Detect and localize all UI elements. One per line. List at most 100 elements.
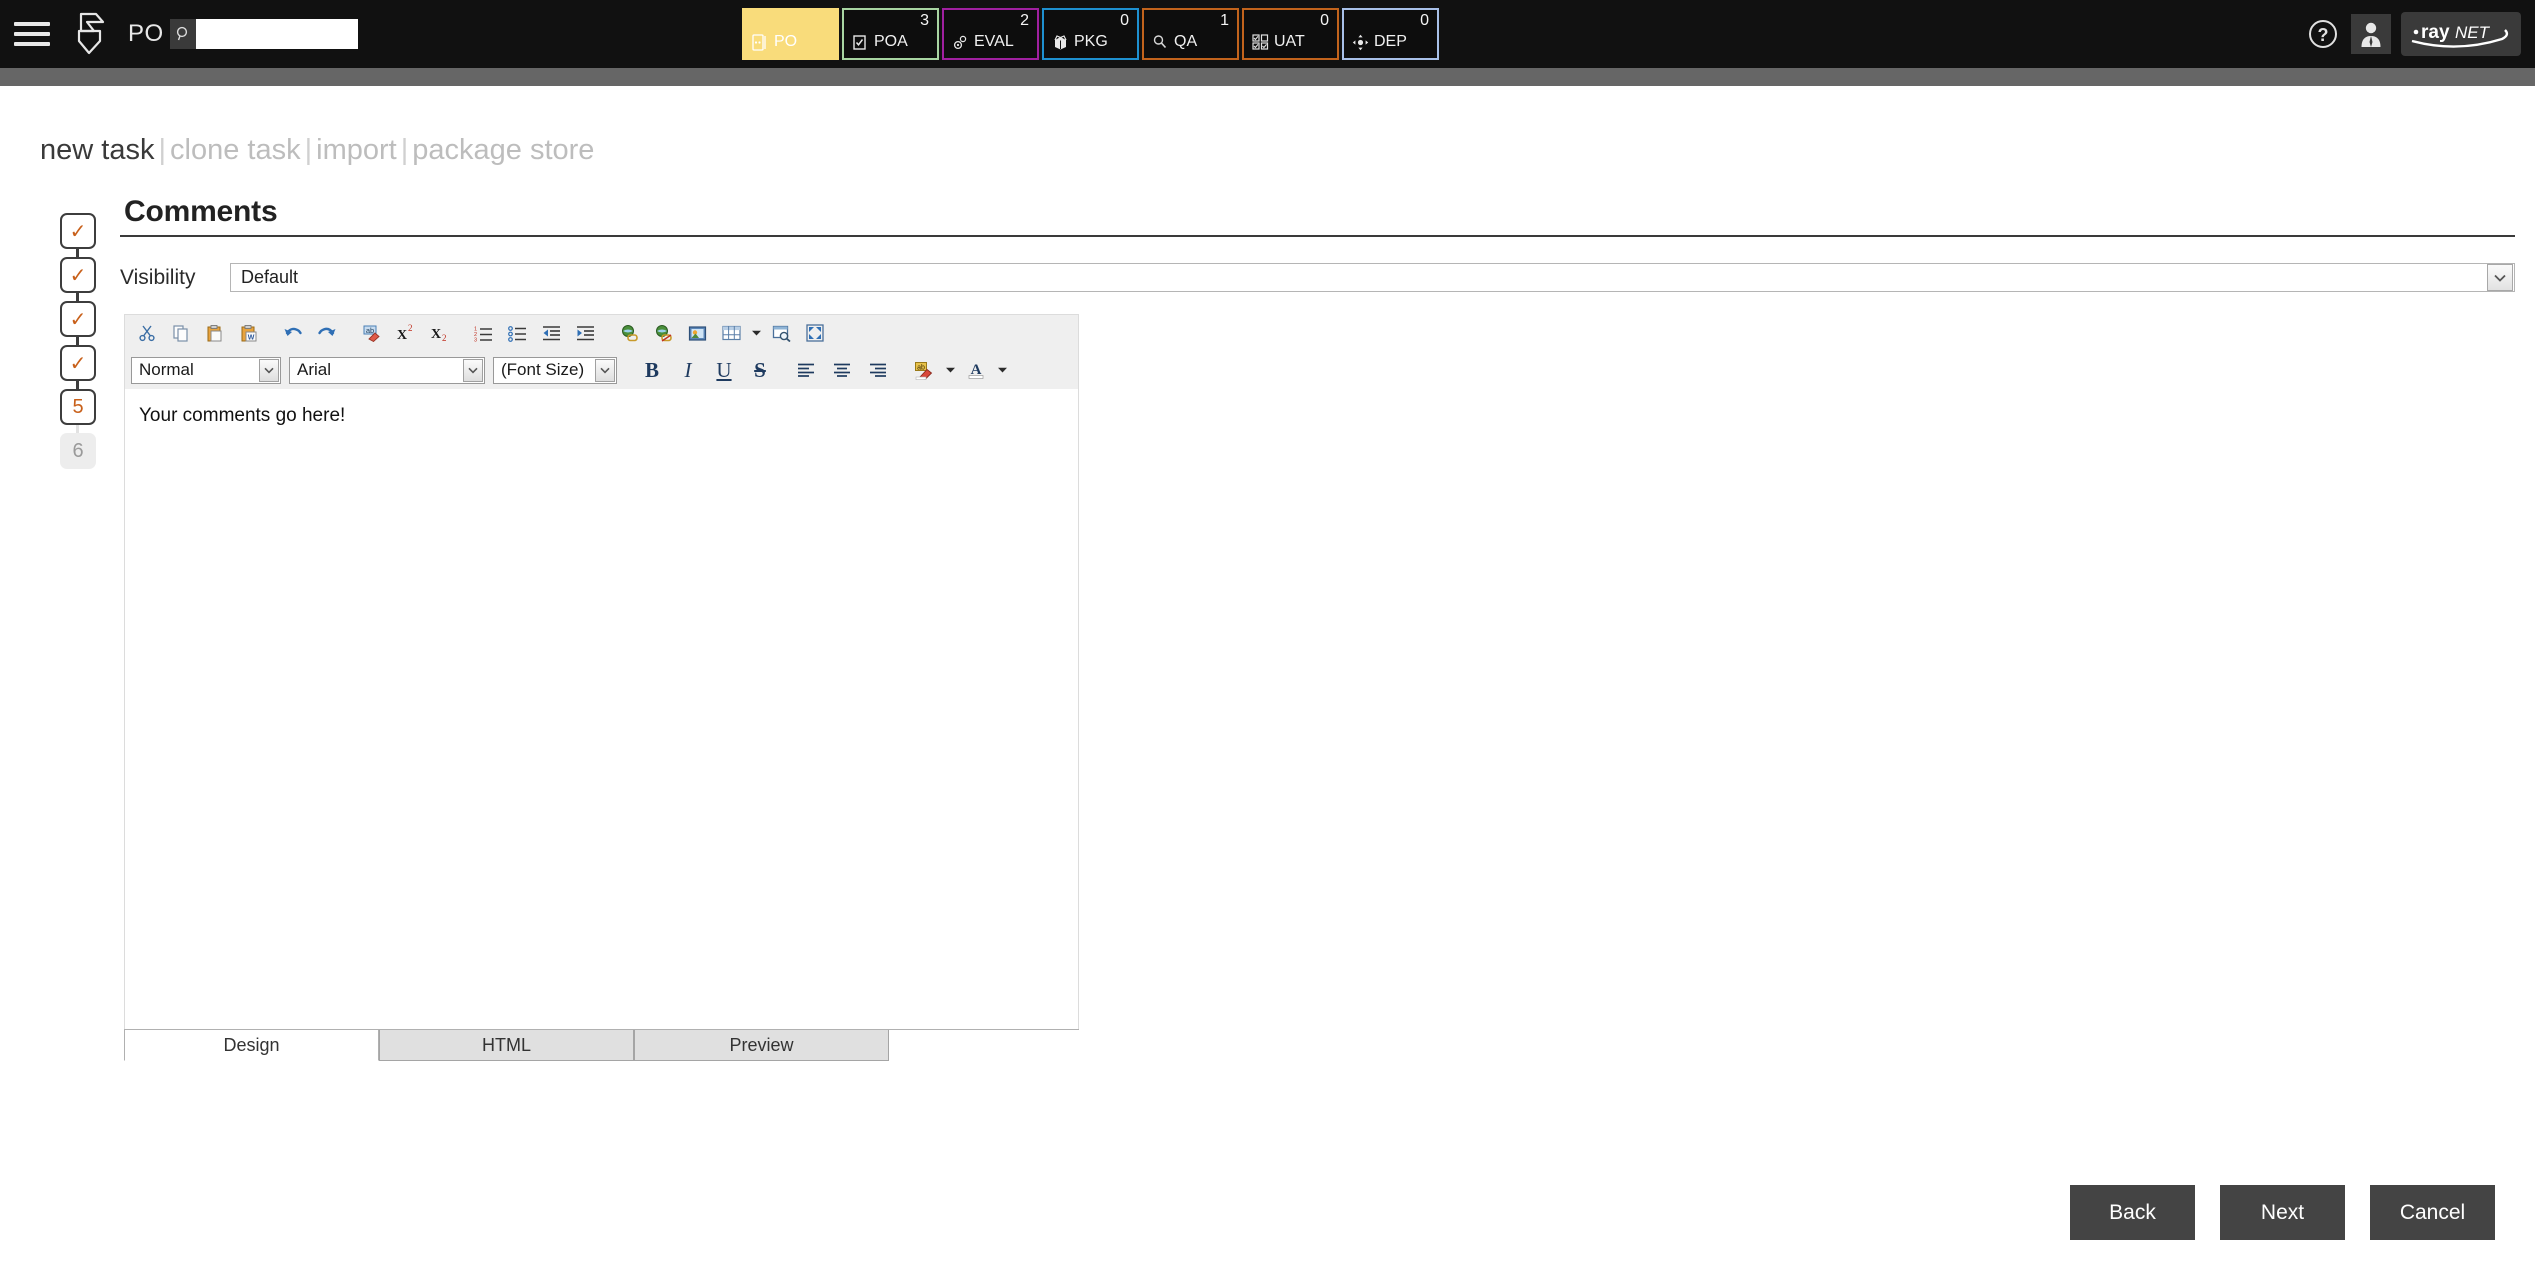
checkbox-document-icon xyxy=(851,33,869,51)
user-avatar-icon[interactable] xyxy=(2351,14,2391,54)
wizard-step-1[interactable]: ✓ xyxy=(60,213,96,249)
phase-tab-count: 2 xyxy=(1020,12,1029,29)
tab-preview[interactable]: Preview xyxy=(634,1030,889,1061)
phase-tab-pkg[interactable]: 0 PKG xyxy=(1042,8,1139,60)
breadcrumb-item-package-store[interactable]: package store xyxy=(412,134,594,166)
phase-tab-po[interactable]: PO xyxy=(742,8,839,60)
undo-icon[interactable] xyxy=(277,319,309,347)
strikethrough-button[interactable]: S xyxy=(743,355,777,385)
footer-action-bar: Back Next Cancel xyxy=(2070,1185,2495,1240)
phase-tab-count: 0 xyxy=(1420,12,1429,29)
text-highlight-color-button[interactable]: ab xyxy=(907,355,941,385)
wizard-step-4[interactable]: ✓ xyxy=(60,345,96,381)
breadcrumb-item-clone-task[interactable]: clone task xyxy=(170,134,301,166)
purchase-order-icon xyxy=(751,33,769,51)
chevron-down-icon[interactable] xyxy=(595,358,615,382)
top-header-bar: PO PO 3 POA 2 EVAL 0 PKG 1 QA 0 UAT 0 DE… xyxy=(0,0,2535,68)
module-label: PO xyxy=(128,20,164,47)
back-button[interactable]: Back xyxy=(2070,1185,2195,1240)
visibility-value: Default xyxy=(241,267,299,287)
bulleted-list-icon[interactable] xyxy=(501,319,533,347)
wizard-step-2[interactable]: ✓ xyxy=(60,257,96,293)
phase-tab-dep[interactable]: 0 DEP xyxy=(1342,8,1439,60)
cancel-button[interactable]: Cancel xyxy=(2370,1185,2495,1240)
next-button[interactable]: Next xyxy=(2220,1185,2345,1240)
italic-button[interactable]: I xyxy=(671,355,705,385)
phase-tab-poa[interactable]: 3 POA xyxy=(842,8,939,60)
numbered-list-icon[interactable]: 1 2 3 xyxy=(467,319,499,347)
mode-tab-filler xyxy=(889,1029,1079,1060)
editor-toolbar-row-2: Normal Arial (Font Size) B I U S ab A xyxy=(124,351,1079,389)
chevron-down-icon[interactable] xyxy=(2487,264,2513,291)
table-dropdown-caret-icon[interactable] xyxy=(749,319,763,347)
search-icon[interactable] xyxy=(169,19,196,49)
font-family-value: Arial xyxy=(297,360,332,379)
visibility-select[interactable]: Default xyxy=(230,263,2515,292)
highlight-dropdown-caret-icon[interactable] xyxy=(943,356,957,384)
align-left-button[interactable] xyxy=(789,355,823,385)
phase-tab-eval[interactable]: 2 EVAL xyxy=(942,8,1039,60)
maximize-icon[interactable] xyxy=(799,319,831,347)
paste-from-word-icon[interactable]: W xyxy=(233,319,265,347)
tab-html[interactable]: HTML xyxy=(379,1030,634,1061)
page-title: Comments xyxy=(124,195,278,228)
step-connector xyxy=(76,425,79,433)
phase-tab-label: EVAL xyxy=(974,33,1014,50)
svg-text:X: X xyxy=(431,327,441,342)
step-connector xyxy=(76,249,79,257)
step-connector xyxy=(76,337,79,345)
image-icon[interactable] xyxy=(681,319,713,347)
subscript-icon[interactable]: X 2 xyxy=(423,319,455,347)
cut-icon[interactable] xyxy=(131,319,163,347)
open-box-icon xyxy=(1051,33,1069,51)
copy-icon[interactable] xyxy=(165,319,197,347)
step-connector xyxy=(76,381,79,389)
title-divider xyxy=(120,235,2515,237)
tab-design[interactable]: Design xyxy=(124,1030,379,1061)
hamburger-menu-icon[interactable] xyxy=(14,19,54,49)
underline-button[interactable]: U xyxy=(707,355,741,385)
help-question-icon[interactable]: ? xyxy=(2305,16,2341,52)
phase-tab-strip: PO 3 POA 2 EVAL 0 PKG 1 QA 0 UAT 0 DEP xyxy=(742,8,1439,60)
decrease-indent-icon[interactable] xyxy=(535,319,567,347)
svg-text:W: W xyxy=(248,335,255,342)
chevron-down-icon[interactable] xyxy=(463,358,483,382)
table-icon[interactable] xyxy=(715,319,747,347)
font-color-button[interactable]: A xyxy=(959,355,993,385)
paste-icon[interactable] xyxy=(199,319,231,347)
svg-text:ray: ray xyxy=(2421,22,2450,43)
breadcrumb-separator: | xyxy=(158,134,166,166)
chevron-down-icon[interactable] xyxy=(259,358,279,382)
breadcrumb-item-import[interactable]: import xyxy=(316,134,397,166)
align-center-button[interactable] xyxy=(825,355,859,385)
phase-tab-label: UAT xyxy=(1274,33,1305,50)
breadcrumb-item-new-task[interactable]: new task xyxy=(40,134,154,166)
search-input[interactable] xyxy=(195,19,358,49)
increase-indent-icon[interactable] xyxy=(569,319,601,347)
paragraph-format-select[interactable]: Normal xyxy=(131,356,281,384)
find-icon[interactable] xyxy=(765,319,797,347)
bold-button[interactable]: B xyxy=(635,355,669,385)
wizard-step-3[interactable]: ✓ xyxy=(60,301,96,337)
raynet-brand-logo[interactable]: ray NET xyxy=(2401,12,2521,56)
svg-text:2: 2 xyxy=(408,324,413,333)
phase-tab-qa[interactable]: 1 QA xyxy=(1142,8,1239,60)
redo-icon[interactable] xyxy=(311,319,343,347)
fontcolor-dropdown-caret-icon[interactable] xyxy=(995,356,1009,384)
font-size-select[interactable]: (Font Size) xyxy=(493,356,617,384)
wizard-step-5[interactable]: 5 xyxy=(60,389,96,425)
deploy-move-icon xyxy=(1351,33,1369,51)
remove-format-icon[interactable]: ab xyxy=(355,319,387,347)
phase-tab-count: 1 xyxy=(1220,12,1229,29)
svg-text:ab: ab xyxy=(917,364,925,371)
phase-tab-label: QA xyxy=(1174,33,1198,50)
phase-tab-count: 0 xyxy=(1120,12,1129,29)
phase-tab-uat[interactable]: 0 UAT xyxy=(1242,8,1339,60)
unlink-icon[interactable] xyxy=(647,319,679,347)
editor-content-area[interactable]: Your comments go here! xyxy=(124,389,1079,1029)
align-right-button[interactable] xyxy=(861,355,895,385)
link-icon[interactable] xyxy=(613,319,645,347)
rich-text-editor: W ab X 2 X 2 1 2 3 Normal Arial (Font Si… xyxy=(124,314,1079,1029)
superscript-icon[interactable]: X 2 xyxy=(389,319,421,347)
font-family-select[interactable]: Arial xyxy=(289,356,485,384)
